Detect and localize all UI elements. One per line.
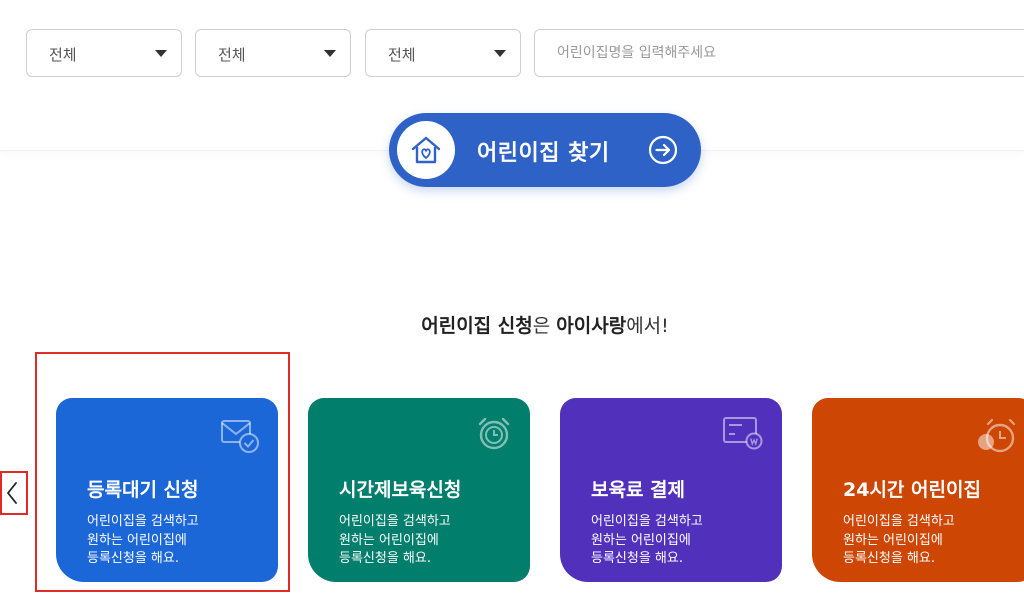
district-select[interactable]: 전체 (195, 29, 351, 77)
card-desc-line: 원하는 어린이집에 (339, 532, 439, 548)
card-title: 등록대기 신청 (87, 479, 199, 501)
tagline-text-2: 에서! (626, 315, 669, 337)
tagline-emphasis-2: 아이사랑 (556, 315, 627, 337)
region-select[interactable]: 전체 (26, 29, 182, 77)
card-desc-line: 등록신청을 해요. (87, 551, 179, 566)
chevron-left-icon (7, 482, 17, 504)
section-tagline: 어린이집 신청은 아이사랑에서! (0, 311, 1024, 338)
region-select-value: 전체 (49, 46, 77, 64)
arrow-right-circle-icon (648, 135, 678, 165)
card-description: 어린이집을 검색하고 원하는 어린이집에 등록신청을 해요. (87, 513, 199, 569)
card-desc-line: 어린이집을 검색하고 (87, 514, 199, 529)
alarm-clock-icon (478, 417, 510, 450)
card-hourly-care[interactable]: 시간제보육신청 어린이집을 검색하고 원하는 어린이집에 등록신청을 해요. (308, 398, 530, 582)
card-desc-line: 등록신청을 해요. (591, 551, 683, 566)
tagline-emphasis-1: 어린이집 신청 (421, 315, 533, 337)
card-desc-line: 원하는 어린이집에 (591, 532, 691, 548)
card-description: 어린이집을 검색하고 원하는 어린이집에 등록신청을 해요. (591, 513, 703, 569)
card-tuition-payment[interactable]: 보육료 결제 어린이집을 검색하고 원하는 어린이집에 등록신청을 해요. (560, 398, 782, 582)
envelope-check-icon (221, 420, 259, 453)
home-heart-icon (397, 121, 455, 179)
card-description: 어린이집을 검색하고 원하는 어린이집에 등록신청을 해요. (339, 513, 451, 569)
chevron-down-icon (155, 50, 167, 57)
card-24h-daycare[interactable]: 24시간 어린이집 어린이집을 검색하고 원하는 어린이집에 등록신청을 해요. (812, 398, 1024, 582)
daycare-name-input[interactable] (534, 29, 1024, 77)
card-desc-line: 원하는 어린이집에 (843, 532, 943, 548)
district-select-value: 전체 (218, 46, 246, 64)
card-desc-line: 등록신청을 해요. (843, 551, 935, 566)
card-desc-line: 어린이집을 검색하고 (843, 514, 955, 529)
chevron-down-icon (324, 50, 336, 57)
card-desc-line: 어린이집을 검색하고 (339, 514, 451, 529)
card-desc-line: 등록신청을 해요. (339, 551, 431, 566)
find-daycare-label: 어린이집 찾기 (477, 141, 610, 166)
type-select-value: 전체 (388, 46, 416, 64)
card-title: 시간제보육신청 (339, 479, 462, 501)
card-title: 보육료 결제 (591, 479, 686, 501)
type-select[interactable]: 전체 (365, 29, 521, 77)
card-description: 어린이집을 검색하고 원하는 어린이집에 등록신청을 해요. (843, 513, 955, 569)
payment-card-icon (723, 417, 763, 450)
find-daycare-button[interactable]: 어린이집 찾기 (389, 113, 701, 187)
clock-24-icon (978, 418, 1016, 453)
tagline-text-1: 은 (532, 315, 557, 337)
card-registration-wait[interactable]: 등록대기 신청 어린이집을 검색하고 원하는 어린이집에 등록신청을 해요. (56, 398, 278, 582)
card-desc-line: 원하는 어린이집에 (87, 532, 187, 548)
carousel-prev-button[interactable] (0, 471, 28, 515)
card-title: 24시간 어린이집 (843, 479, 981, 501)
card-desc-line: 어린이집을 검색하고 (591, 514, 703, 529)
chevron-down-icon (494, 50, 506, 57)
